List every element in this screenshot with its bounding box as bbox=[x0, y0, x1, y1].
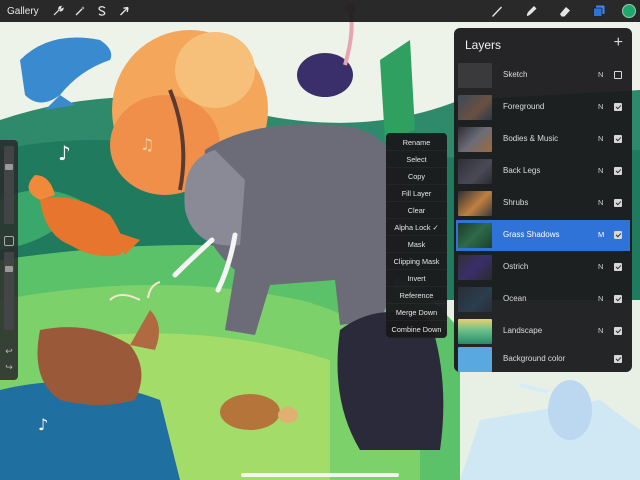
layers-header: Layers + bbox=[454, 28, 632, 60]
svg-text:♫: ♫ bbox=[140, 135, 154, 154]
blend-mode-button[interactable]: N bbox=[598, 134, 603, 143]
menu-item-fill-layer[interactable]: Fill Layer bbox=[386, 185, 447, 202]
visibility-checkbox[interactable] bbox=[614, 263, 622, 271]
layer-options-menu: Rename Select Copy Fill Layer Clear Alph… bbox=[386, 133, 447, 338]
layer-thumbnail bbox=[458, 347, 492, 372]
menu-item-mask[interactable]: Mask bbox=[386, 236, 447, 253]
blend-mode-button[interactable]: N bbox=[598, 294, 603, 303]
visibility-checkbox[interactable] bbox=[614, 71, 622, 79]
wrench-icon[interactable] bbox=[49, 2, 67, 20]
layer-row[interactable]: Shrubs N bbox=[456, 188, 630, 219]
layer-row[interactable]: Background color bbox=[456, 344, 630, 372]
layer-thumbnail bbox=[458, 319, 492, 344]
svg-text:♪: ♪ bbox=[38, 415, 48, 434]
layer-row-selected[interactable]: Grass Shadows M bbox=[456, 220, 630, 251]
layer-name: Foreground bbox=[503, 102, 545, 111]
blend-mode-button[interactable]: N bbox=[598, 198, 603, 207]
menu-item-clear[interactable]: Clear bbox=[386, 202, 447, 219]
menu-item-combine-down[interactable]: Combine Down bbox=[386, 321, 447, 338]
menu-item-invert[interactable]: Invert bbox=[386, 270, 447, 287]
transform-arrow-icon[interactable] bbox=[115, 2, 133, 20]
visibility-checkbox[interactable] bbox=[614, 167, 622, 175]
opacity-thumb[interactable] bbox=[5, 266, 13, 273]
layers-icon[interactable] bbox=[588, 0, 610, 22]
layer-name: Landscape bbox=[503, 326, 543, 335]
menu-item-clipping-mask[interactable]: Clipping Mask bbox=[386, 253, 447, 270]
blend-mode-button[interactable]: N bbox=[598, 262, 603, 271]
layer-name: Background color bbox=[503, 354, 566, 363]
visibility-checkbox[interactable] bbox=[614, 199, 622, 207]
redo-icon[interactable]: ↪ bbox=[3, 362, 15, 373]
blend-mode-button[interactable]: N bbox=[598, 166, 603, 175]
magic-wand-icon[interactable] bbox=[71, 2, 89, 20]
brush-size-slider[interactable] bbox=[4, 146, 14, 224]
layer-row[interactable]: Ocean N bbox=[456, 284, 630, 315]
menu-item-rename[interactable]: Rename bbox=[386, 134, 447, 151]
blend-mode-button[interactable]: N bbox=[598, 70, 603, 79]
blend-mode-button[interactable]: M bbox=[598, 230, 604, 239]
eraser-icon[interactable] bbox=[554, 0, 576, 22]
add-layer-button[interactable]: + bbox=[614, 34, 623, 52]
layer-row[interactable]: Foreground N bbox=[456, 92, 630, 123]
undo-icon[interactable]: ↩ bbox=[3, 346, 15, 357]
menu-item-reference[interactable]: Reference bbox=[386, 287, 447, 304]
modify-button[interactable] bbox=[4, 236, 14, 246]
layers-title: Layers bbox=[465, 38, 502, 52]
menu-item-merge-down[interactable]: Merge Down bbox=[386, 304, 447, 321]
layer-name: Grass Shadows bbox=[503, 230, 560, 239]
layer-thumbnail bbox=[458, 127, 492, 152]
left-sidebar: ↩ ↪ bbox=[0, 140, 18, 380]
brush-size-thumb[interactable] bbox=[5, 164, 13, 170]
visibility-checkbox[interactable] bbox=[614, 295, 622, 303]
layers-panel: Layers + Sketch N Foreground N Bodies & … bbox=[454, 28, 632, 372]
layer-row[interactable]: Sketch N bbox=[456, 60, 630, 91]
svg-text:♪: ♪ bbox=[58, 141, 71, 165]
layer-thumbnail bbox=[458, 63, 492, 88]
brush-icon[interactable] bbox=[486, 0, 508, 22]
menu-item-select[interactable]: Select bbox=[386, 151, 447, 168]
layer-name: Shrubs bbox=[503, 198, 529, 207]
layer-name: Bodies & Music bbox=[503, 134, 559, 143]
layer-thumbnail bbox=[458, 191, 492, 216]
tool-group bbox=[486, 0, 640, 22]
layer-row[interactable]: Bodies & Music N bbox=[456, 124, 630, 155]
visibility-checkbox[interactable] bbox=[614, 103, 622, 111]
layer-row[interactable]: Back Legs N bbox=[456, 156, 630, 187]
blend-mode-button[interactable]: N bbox=[598, 326, 603, 335]
layer-thumbnail bbox=[458, 223, 492, 248]
layer-name: Back Legs bbox=[503, 166, 541, 175]
layer-row[interactable]: Ostrich N bbox=[456, 252, 630, 283]
opacity-slider[interactable] bbox=[4, 252, 14, 330]
menu-item-copy[interactable]: Copy bbox=[386, 168, 447, 185]
smudge-icon[interactable] bbox=[520, 0, 542, 22]
gallery-button[interactable]: Gallery bbox=[0, 6, 45, 17]
top-toolbar: Gallery bbox=[0, 0, 640, 22]
layer-thumbnail bbox=[458, 255, 492, 280]
visibility-checkbox[interactable] bbox=[614, 327, 622, 335]
menu-item-alpha-lock[interactable]: Alpha Lock ✓ bbox=[386, 219, 447, 236]
layer-name: Ocean bbox=[503, 294, 527, 303]
layer-row[interactable]: Landscape N bbox=[456, 316, 630, 347]
visibility-checkbox[interactable] bbox=[614, 135, 622, 143]
layer-thumbnail bbox=[458, 159, 492, 184]
selection-s-icon[interactable] bbox=[93, 2, 111, 20]
layer-name: Ostrich bbox=[503, 262, 529, 271]
visibility-checkbox[interactable] bbox=[614, 355, 622, 363]
blend-mode-button[interactable]: N bbox=[598, 102, 603, 111]
visibility-checkbox[interactable] bbox=[614, 231, 622, 239]
color-picker-button[interactable] bbox=[622, 4, 636, 18]
layer-thumbnail bbox=[458, 95, 492, 120]
home-indicator[interactable] bbox=[241, 473, 399, 477]
layer-name: Sketch bbox=[503, 70, 528, 79]
layer-thumbnail bbox=[458, 287, 492, 312]
